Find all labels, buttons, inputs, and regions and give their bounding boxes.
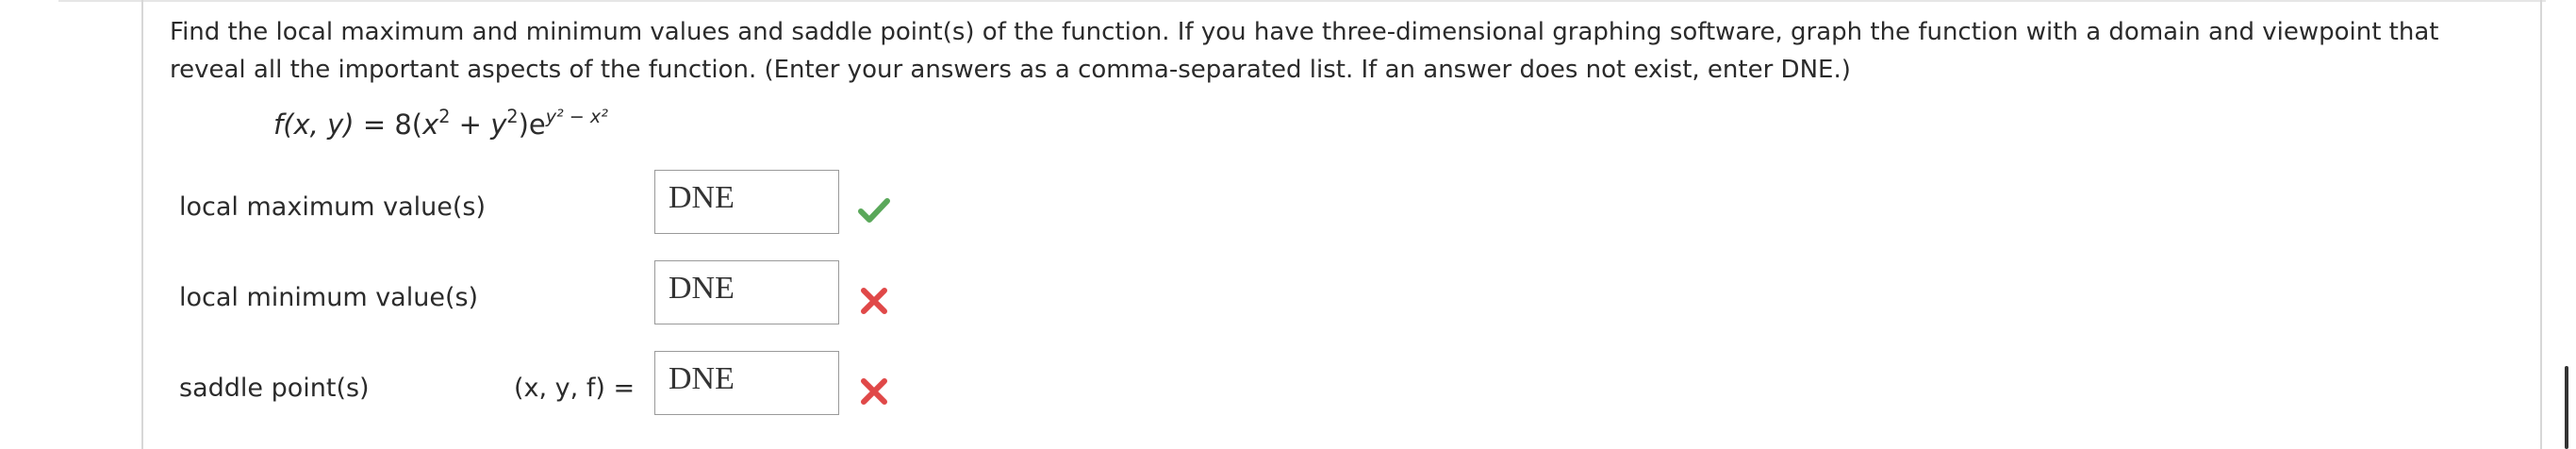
formula-y: y bbox=[490, 108, 507, 141]
formula-x: x bbox=[422, 108, 439, 141]
saddle-point-label: saddle point(s) bbox=[179, 374, 370, 403]
saddle-point-prefix: (x, y, f) = bbox=[514, 374, 636, 403]
local-max-label: local maximum value(s) bbox=[179, 192, 487, 222]
formula-e-exponent: y² − x² bbox=[545, 106, 608, 128]
formula-plus: + bbox=[450, 108, 491, 141]
question-text: Find the local maximum and minimum value… bbox=[170, 18, 2439, 84]
local-min-label: local minimum value(s) bbox=[179, 283, 479, 312]
check-icon bbox=[858, 198, 890, 223]
formula-lhs: f(x, y) bbox=[273, 108, 355, 141]
x-icon bbox=[861, 288, 887, 314]
scrollbar-thumb[interactable] bbox=[2565, 366, 2568, 449]
formula-e: )e bbox=[518, 108, 546, 141]
local-max-input[interactable]: DNE bbox=[654, 170, 839, 234]
formula-coefficient: 8( bbox=[394, 108, 423, 141]
function-formula: f(x, y) = 8(x2 + y2)ey² − x² bbox=[273, 106, 608, 143]
x-icon bbox=[861, 378, 887, 405]
saddle-point-input[interactable]: DNE bbox=[654, 351, 839, 415]
formula-x-exponent: 2 bbox=[438, 106, 451, 128]
formula-equals: = bbox=[362, 108, 387, 141]
formula-y-exponent: 2 bbox=[506, 106, 519, 128]
local-min-input[interactable]: DNE bbox=[654, 260, 839, 324]
